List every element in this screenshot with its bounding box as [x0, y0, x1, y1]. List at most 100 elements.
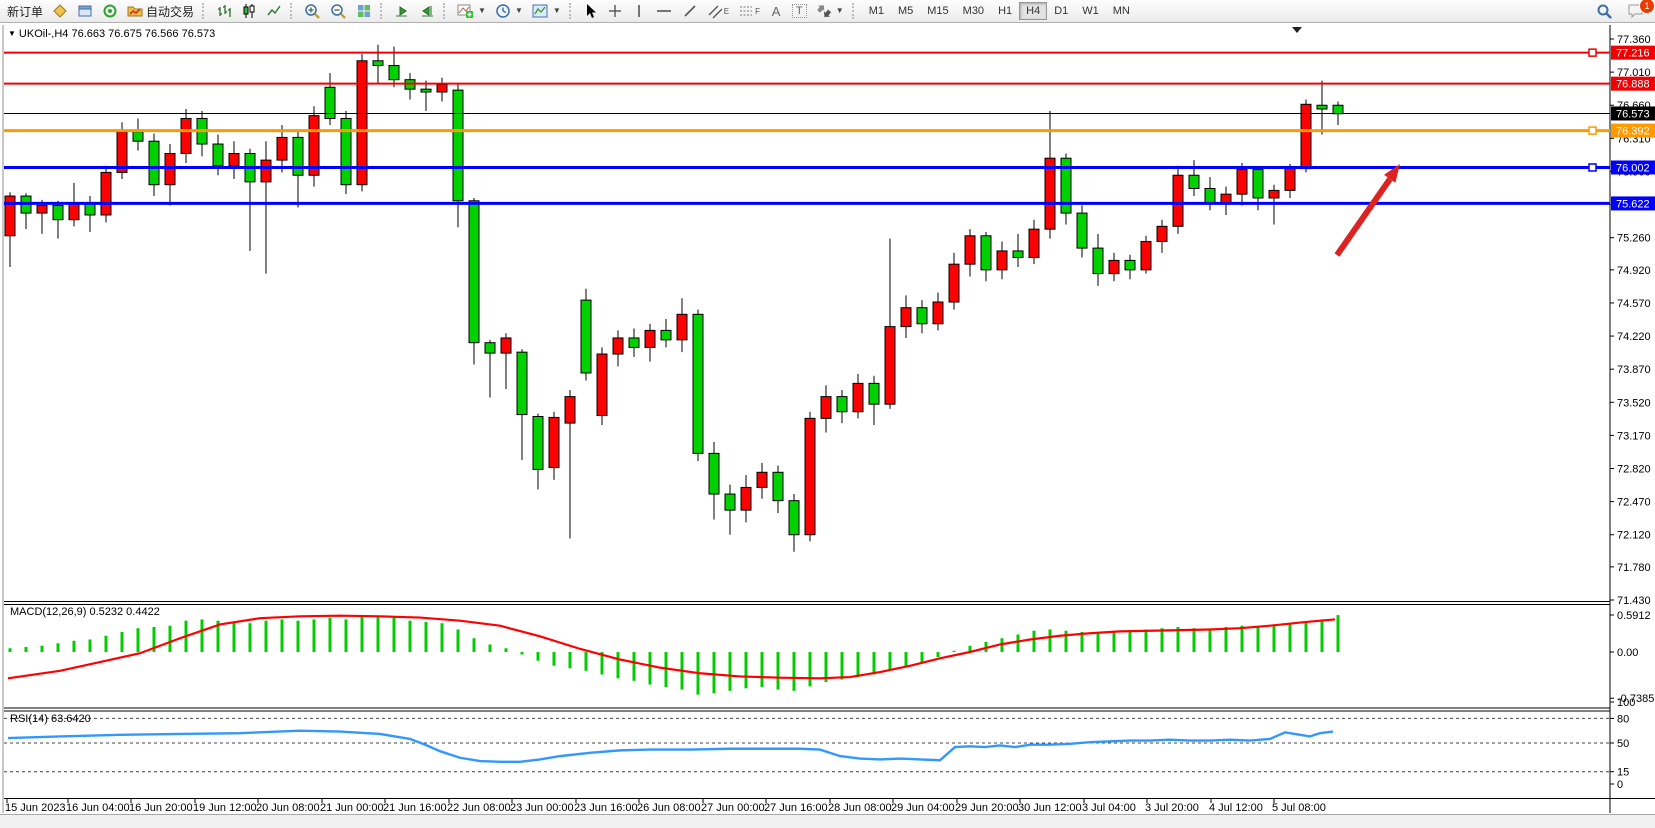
- candle-body: [1237, 170, 1247, 195]
- candle-body: [677, 314, 687, 340]
- candle-body: [933, 302, 943, 324]
- line-handle[interactable]: [1589, 164, 1596, 171]
- price-axis-label: 71.780: [1617, 562, 1651, 574]
- rsi-axis-label: 80: [1617, 713, 1629, 725]
- candle-body: [1333, 105, 1343, 114]
- candle-body: [821, 397, 831, 419]
- price-axis-label: 74.920: [1617, 265, 1651, 277]
- rsi-axis-label: 0: [1617, 779, 1623, 791]
- candle-body: [757, 472, 767, 487]
- candle-body: [917, 308, 927, 324]
- candle-body: [1093, 248, 1103, 274]
- price-axis-label: 72.470: [1617, 497, 1651, 509]
- time-axis-label: 23 Jun 00:00: [510, 802, 574, 814]
- macd-indicator-label: MACD(12,26,9) 0.5232 0.4422: [10, 606, 160, 618]
- candle-body: [885, 327, 895, 405]
- candle-body: [165, 153, 175, 184]
- time-axis-label: 20 Jun 08:00: [256, 802, 320, 814]
- candle-body: [1013, 251, 1023, 258]
- candle-body: [997, 251, 1007, 270]
- price-badge-label: 75.622: [1616, 198, 1650, 210]
- candle-body: [613, 338, 623, 354]
- candle-body: [629, 338, 639, 347]
- line-handle[interactable]: [1589, 127, 1596, 134]
- candle-body: [1077, 213, 1087, 248]
- annotation-arrow[interactable]: [1337, 164, 1400, 255]
- time-axis-label: 29 Jun 20:00: [955, 802, 1019, 814]
- candle-body: [869, 383, 879, 404]
- candle-body: [1109, 260, 1119, 273]
- candle-body: [133, 132, 143, 141]
- candle-body: [789, 501, 799, 535]
- candle-body: [1029, 229, 1039, 257]
- time-axis-label: 26 Jun 08:00: [637, 802, 701, 814]
- time-axis: 15 Jun 202316 Jun 04:0016 Jun 20:0019 Ju…: [5, 799, 1326, 814]
- price-badge-label: 76.888: [1616, 79, 1650, 91]
- candle-body: [1157, 226, 1167, 241]
- candle-body: [421, 89, 431, 92]
- macd-axis-label: 0.5912: [1617, 610, 1651, 622]
- time-axis-label: 28 Jun 08:00: [828, 802, 892, 814]
- chart-shift-marker[interactable]: [1292, 27, 1302, 33]
- chart-canvas[interactable]: 77.36077.01076.66076.31075.96075.61075.2…: [0, 0, 1655, 828]
- time-axis-label: 4 Jul 12:00: [1209, 802, 1263, 814]
- candle-body: [901, 308, 911, 327]
- candle-body: [213, 144, 223, 166]
- candle-body: [1253, 170, 1263, 198]
- candle-body: [101, 172, 111, 215]
- candle-body: [1125, 260, 1135, 269]
- price-badge-label: 76.002: [1616, 162, 1650, 174]
- candle-body: [965, 236, 975, 264]
- candle-body: [709, 453, 719, 494]
- candle-body: [261, 160, 271, 182]
- price-badge-label: 76.392: [1616, 126, 1650, 138]
- candle-body: [181, 118, 191, 153]
- candle-body: [469, 201, 479, 343]
- candle-body: [853, 383, 863, 411]
- time-axis-label: 5 Jul 08:00: [1272, 802, 1326, 814]
- time-axis-label: 3 Jul 20:00: [1145, 802, 1199, 814]
- time-axis-label: 30 Jun 12:00: [1018, 802, 1082, 814]
- candle-body: [645, 330, 655, 347]
- trading-app-window: 新订单 自动交易: [0, 0, 1655, 828]
- candle-body: [981, 236, 991, 270]
- time-axis-label: 22 Jun 08:00: [447, 802, 511, 814]
- rsi-indicator-label: RSI(14) 63.6420: [10, 713, 91, 725]
- chart-title[interactable]: ▼UKOil-,H4 76.663 76.675 76.566 76.573: [8, 28, 215, 40]
- time-axis-label: 29 Jun 04:00: [891, 802, 955, 814]
- status-bar: [0, 814, 1655, 828]
- candle-body: [85, 204, 95, 215]
- line-handle[interactable]: [1589, 49, 1596, 56]
- rsi-line: [8, 731, 1333, 762]
- price-axis-label: 74.220: [1617, 331, 1651, 343]
- rsi-axis-label: 15: [1617, 767, 1629, 779]
- candle-body: [149, 141, 159, 185]
- price-axis-label: 72.820: [1617, 464, 1651, 476]
- macd-axis-label: 0.00: [1617, 647, 1638, 659]
- candle-body: [533, 416, 543, 469]
- candle-body: [1189, 175, 1199, 188]
- candle-body: [373, 61, 383, 66]
- price-axis-label: 77.360: [1617, 34, 1651, 46]
- price-axis-label: 73.170: [1617, 430, 1651, 442]
- candle-body: [1205, 188, 1215, 203]
- candle-body: [725, 494, 735, 510]
- time-axis-label: 27 Jun 00:00: [701, 802, 765, 814]
- rsi-axis-label: 50: [1617, 738, 1629, 750]
- candle-body: [293, 137, 303, 175]
- price-axis-label: 73.520: [1617, 397, 1651, 409]
- candle-body: [1173, 175, 1183, 226]
- time-axis-label: 16 Jun 20:00: [129, 802, 193, 814]
- candle-body: [1285, 169, 1295, 191]
- arrow-shaft: [1337, 179, 1390, 255]
- price-axis-label: 71.430: [1617, 595, 1651, 607]
- time-axis-label: 23 Jun 16:00: [574, 802, 638, 814]
- price-axis-label: 75.260: [1617, 233, 1651, 245]
- candle-body: [37, 206, 47, 214]
- candles-layer: [5, 45, 1343, 552]
- candle-body: [69, 204, 79, 220]
- candle-body: [949, 264, 959, 302]
- candle-body: [517, 352, 527, 414]
- macd-layer: 0.59120.00-0.7385: [8, 610, 1654, 705]
- price-axis-label: 72.120: [1617, 530, 1651, 542]
